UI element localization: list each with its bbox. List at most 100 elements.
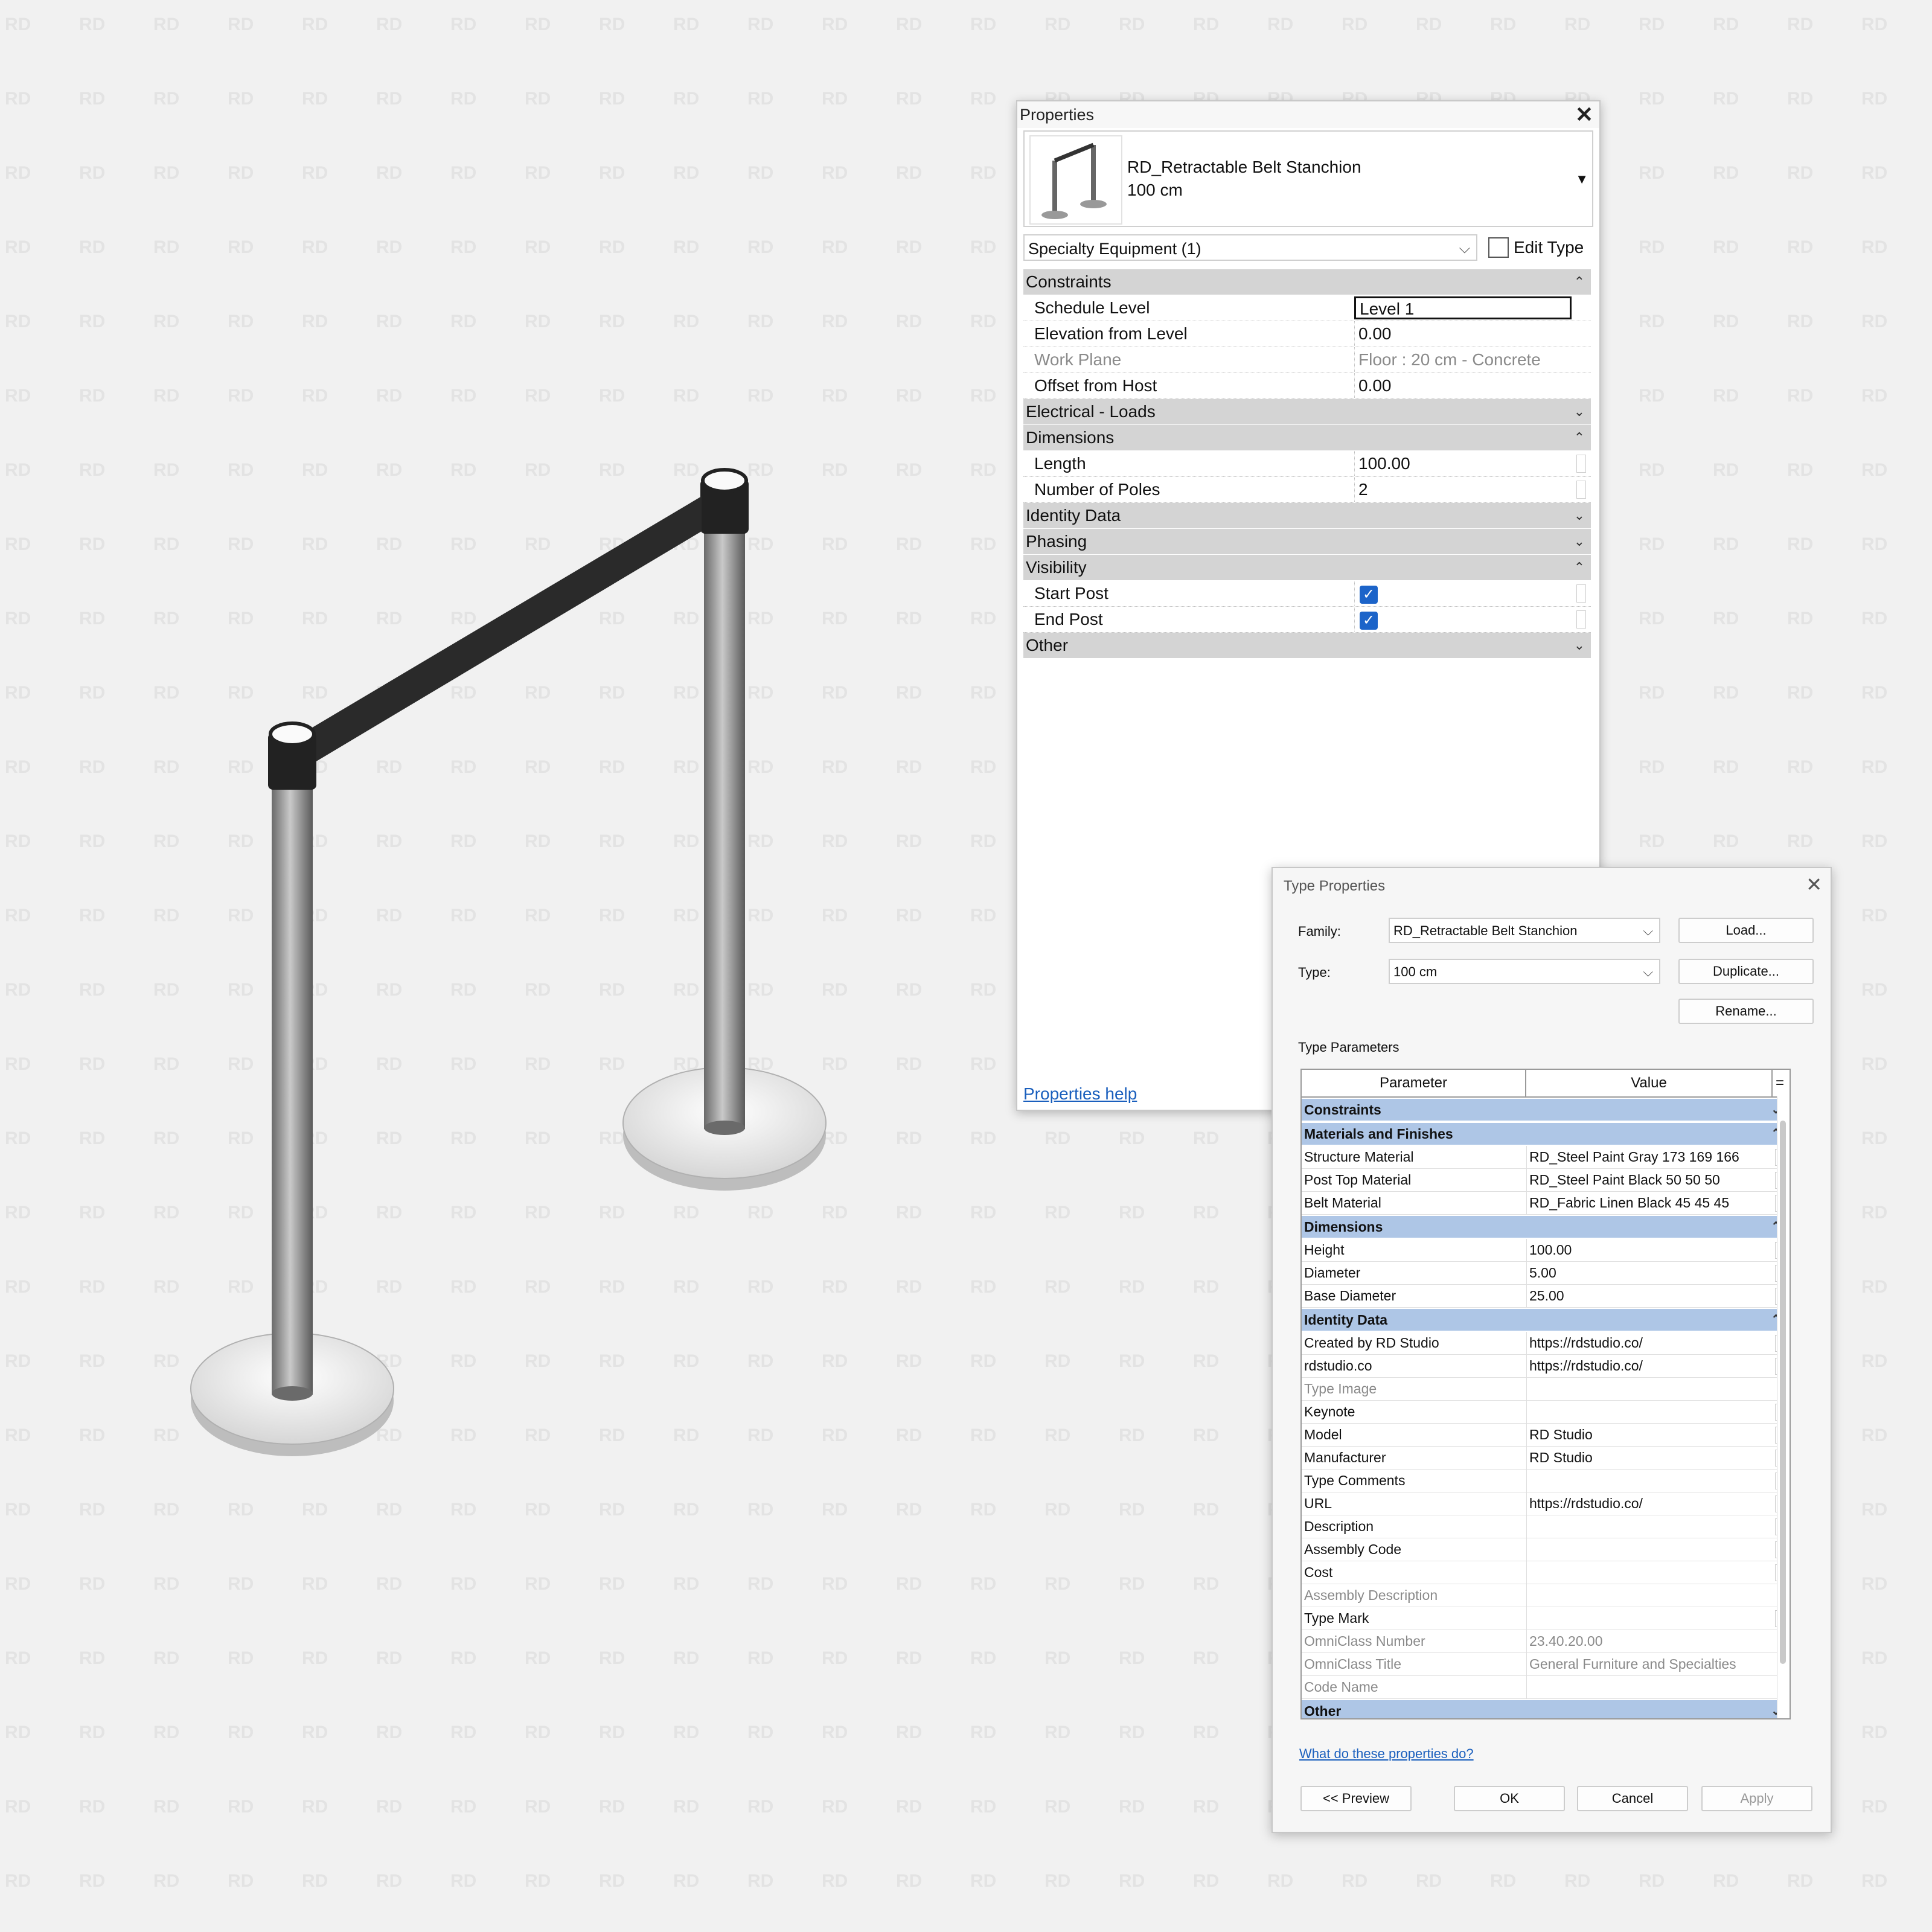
start-post-checkbox[interactable]: ✓ [1360, 586, 1378, 604]
row-start-post[interactable]: Start Post ✓ [1023, 581, 1591, 607]
param-row[interactable]: Cost [1302, 1561, 1790, 1584]
param-value[interactable] [1526, 1401, 1768, 1423]
load-button[interactable]: Load... [1678, 918, 1814, 943]
param-value[interactable]: RD Studio [1526, 1447, 1768, 1469]
length-value[interactable]: 100.00 [1354, 451, 1572, 476]
watermark-text: RD [153, 1648, 180, 1668]
row-length[interactable]: Length 100.00 [1023, 451, 1591, 477]
close-icon[interactable]: ✕ [1806, 873, 1822, 896]
duplicate-button[interactable]: Duplicate... [1678, 959, 1814, 984]
row-offset-from-host[interactable]: Offset from Host 0.00 [1023, 373, 1591, 399]
end-post-checkbox[interactable]: ✓ [1360, 612, 1378, 630]
watermark-text: RD [153, 89, 180, 109]
param-row[interactable]: Belt Material RD_Fabric Linen Black 45 45… [1302, 1192, 1790, 1215]
family-select[interactable]: RD_Retractable Belt Stanchion ⌵ [1389, 918, 1660, 943]
param-row[interactable]: rdstudio.co https://rdstudio.co/ [1302, 1355, 1790, 1378]
collapse-icon[interactable]: ⌃ [1574, 269, 1585, 295]
param-value[interactable]: 5.00 [1526, 1262, 1768, 1284]
type-select[interactable]: 100 cm ⌵ [1389, 959, 1660, 984]
rename-button[interactable]: Rename... [1678, 999, 1814, 1024]
param-row[interactable]: Height 100.00 [1302, 1239, 1790, 1262]
dropdown-arrow-icon[interactable]: ▼ [1575, 171, 1588, 187]
param-value[interactable]: https://rdstudio.co/ [1526, 1492, 1768, 1515]
param-value[interactable]: 100.00 [1526, 1239, 1768, 1261]
param-value[interactable] [1526, 1515, 1768, 1538]
row-number-of-poles[interactable]: Number of Poles 2 [1023, 477, 1591, 503]
offset-value[interactable]: 0.00 [1354, 373, 1572, 398]
param-value[interactable]: https://rdstudio.co/ [1526, 1332, 1768, 1354]
param-value[interactable] [1526, 1607, 1768, 1630]
ok-button[interactable]: OK [1454, 1786, 1565, 1811]
cancel-button[interactable]: Cancel [1577, 1786, 1688, 1811]
param-row[interactable]: Created by RD Studio https://rdstudio.co/ [1302, 1332, 1790, 1355]
watermark-text: RD [599, 1722, 625, 1742]
edit-type-button[interactable]: Edit Type [1488, 234, 1584, 261]
properties-titlebar[interactable]: Properties ✕ [1017, 101, 1599, 128]
close-icon[interactable]: ✕ [1575, 101, 1593, 128]
group-dimensions[interactable]: Dimensions ⌃ [1023, 425, 1591, 451]
collapse-icon[interactable]: ⌃ [1574, 425, 1585, 450]
expand-icon[interactable]: ⌄ [1574, 503, 1585, 528]
param-value[interactable] [1526, 1470, 1768, 1492]
param-row[interactable]: Keynote [1302, 1401, 1790, 1424]
group-constraints[interactable]: Constraints ⌃ [1023, 269, 1591, 295]
watermark-text: RD [302, 1722, 328, 1742]
param-value[interactable]: RD Studio [1526, 1424, 1768, 1446]
preview-button[interactable]: << Preview [1300, 1786, 1412, 1811]
watermark-text: RD [1713, 14, 1739, 34]
param-row[interactable]: Assembly Code [1302, 1538, 1790, 1561]
param-row[interactable]: Type Mark [1302, 1607, 1790, 1630]
group-identity-data[interactable]: Identity Data ⌃ [1302, 1308, 1790, 1332]
param-row[interactable]: Post Top Material RD_Steel Paint Black 50… [1302, 1169, 1790, 1192]
row-end-post[interactable]: End Post ✓ [1023, 607, 1591, 633]
group-other[interactable]: Other ⌄ [1023, 633, 1591, 659]
associate-parameter-button[interactable] [1576, 584, 1586, 603]
row-schedule-level[interactable]: Schedule Level Level 1 [1023, 295, 1591, 321]
expand-icon[interactable]: ⌄ [1574, 633, 1585, 658]
watermark-text: RD [5, 163, 31, 183]
associate-parameter-button[interactable] [1576, 610, 1586, 629]
type-selector[interactable]: RD_Retractable Belt Stanchion 100 cm ▼ [1023, 130, 1593, 227]
associate-parameter-button[interactable] [1576, 481, 1586, 499]
properties-help-link[interactable]: Properties help [1023, 1084, 1137, 1104]
group-identity-data[interactable]: Identity Data ⌄ [1023, 503, 1591, 529]
param-row[interactable]: Structure Material RD_Steel Paint Gray 17… [1302, 1146, 1790, 1169]
param-value[interactable] [1526, 1561, 1768, 1584]
param-row[interactable]: Base Diameter 25.00 [1302, 1285, 1790, 1308]
param-row[interactable]: Type Comments [1302, 1470, 1790, 1492]
schedule-level-value[interactable]: Level 1 [1354, 296, 1572, 319]
expand-icon[interactable]: ⌄ [1574, 399, 1585, 424]
param-value[interactable]: https://rdstudio.co/ [1526, 1355, 1768, 1377]
formula-column-header[interactable]: = [1773, 1070, 1787, 1096]
group-dimensions[interactable]: Dimensions ⌃ [1302, 1215, 1790, 1239]
parameter-column-header[interactable]: Parameter [1302, 1070, 1526, 1096]
poles-value[interactable]: 2 [1354, 477, 1572, 502]
param-row[interactable]: Diameter 5.00 [1302, 1262, 1790, 1285]
group-other[interactable]: Other ⌄ [1302, 1699, 1790, 1718]
row-elevation-from-level[interactable]: Elevation from Level 0.00 [1023, 321, 1591, 347]
collapse-icon[interactable]: ⌃ [1574, 555, 1585, 580]
param-row[interactable]: Manufacturer RD Studio [1302, 1447, 1790, 1470]
param-row[interactable]: Model RD Studio [1302, 1424, 1790, 1447]
scrollbar-thumb[interactable] [1780, 1121, 1786, 1664]
group-visibility[interactable]: Visibility ⌃ [1023, 555, 1591, 581]
properties-help-link[interactable]: What do these properties do? [1299, 1746, 1474, 1762]
param-value[interactable]: 25.00 [1526, 1285, 1768, 1307]
param-value[interactable]: RD_Steel Paint Gray 173 169 166 [1526, 1146, 1768, 1168]
group-electrical-loads[interactable]: Electrical - Loads ⌄ [1023, 399, 1591, 425]
param-value[interactable]: RD_Fabric Linen Black 45 45 45 [1526, 1192, 1768, 1214]
param-value[interactable] [1526, 1538, 1768, 1561]
param-row[interactable]: Description [1302, 1515, 1790, 1538]
param-row[interactable]: URL https://rdstudio.co/ [1302, 1492, 1790, 1515]
expand-icon[interactable]: ⌄ [1574, 529, 1585, 554]
element-filter-select[interactable]: Specialty Equipment (1) ⌵ [1023, 234, 1477, 261]
group-materials-and-finishes[interactable]: Materials and Finishes ⌃ [1302, 1122, 1790, 1146]
apply-button[interactable]: Apply [1701, 1786, 1812, 1811]
param-value[interactable]: RD_Steel Paint Black 50 50 50 [1526, 1169, 1768, 1191]
value-column-header[interactable]: Value [1526, 1070, 1773, 1096]
elevation-value[interactable]: 0.00 [1354, 321, 1572, 346]
vertical-scrollbar[interactable] [1777, 1096, 1790, 1718]
group-phasing[interactable]: Phasing ⌄ [1023, 529, 1591, 555]
associate-parameter-button[interactable] [1576, 455, 1586, 473]
group-constraints[interactable]: Constraints ⌄ [1302, 1098, 1790, 1122]
